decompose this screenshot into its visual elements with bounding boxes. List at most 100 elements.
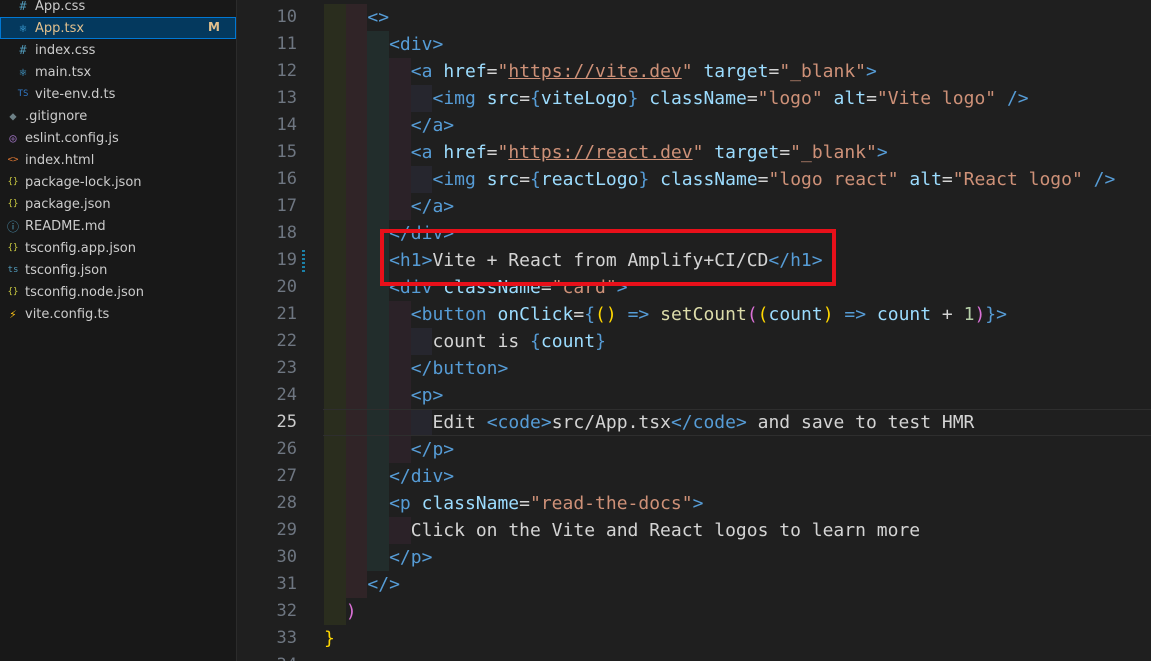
indent-guide <box>367 355 390 382</box>
code-text: ) <box>345 601 357 622</box>
explorer-file-item[interactable]: # App.css <box>0 0 236 17</box>
indent-guide <box>367 220 390 247</box>
indent-guide <box>324 490 346 517</box>
line-number: 29 <box>276 520 297 540</box>
indent-guide <box>367 382 390 409</box>
line-number: 22 <box>276 331 297 351</box>
line-number: 14 <box>276 115 297 135</box>
code-line[interactable]: 25 Edit <code>src/App.tsx</code> and save… <box>237 409 1151 436</box>
code-line[interactable]: 13 <img src={viteLogo} className="logo" a… <box>237 85 1151 112</box>
code-text: <button onClick={() => setCount((count) … <box>410 304 1007 325</box>
code-line[interactable]: 16 <img src={reactLogo} className="logo r… <box>237 166 1151 193</box>
code-text: } <box>324 628 335 649</box>
explorer-file-item[interactable]: ⓘ README.md <box>0 215 236 237</box>
code-text: </div> <box>389 466 455 487</box>
line-number: 28 <box>276 493 297 513</box>
explorer-file-item[interactable]: ◆ .gitignore <box>0 105 236 127</box>
code-line[interactable]: 28 <p className="read-the-docs"> <box>237 490 1151 517</box>
code-line[interactable]: 31 </> <box>237 571 1151 598</box>
indent-guide <box>324 112 346 139</box>
code-line[interactable]: 18 </div> <box>237 220 1151 247</box>
indent-guide <box>345 436 368 463</box>
code-editor[interactable]: 10 <> 11 <div> 12 <a href="https://vite.dev" … <box>237 0 1151 661</box>
indent-guide <box>410 85 433 112</box>
code-text: </button> <box>410 358 509 379</box>
indent-guide <box>324 355 346 382</box>
indent-guide <box>324 139 346 166</box>
explorer-file-item[interactable]: ◎ eslint.config.js <box>0 127 236 149</box>
code-line[interactable]: 33} <box>237 625 1151 652</box>
line-number: 33 <box>276 628 297 648</box>
code-line[interactable]: 19 <h1>Vite + React from Amplify+CI/CD</h… <box>237 247 1151 274</box>
code-line[interactable]: 27 </div> <box>237 463 1151 490</box>
line-number: 24 <box>276 385 297 405</box>
code-text: </p> <box>410 439 455 460</box>
explorer-file-item[interactable]: {} tsconfig.app.json <box>0 237 236 259</box>
indent-guide <box>410 166 433 193</box>
code-line[interactable]: 26 </p> <box>237 436 1151 463</box>
indent-guide <box>345 382 368 409</box>
explorer-file-item[interactable]: ⚛ main.tsx <box>0 61 236 83</box>
line-number: 12 <box>276 61 297 81</box>
indent-guide <box>324 247 346 274</box>
indent-guide <box>345 463 368 490</box>
indent-guide <box>324 463 346 490</box>
file-type-icon: {} <box>7 287 19 297</box>
file-name: .gitignore <box>25 108 88 124</box>
indent-guide <box>324 4 346 31</box>
indent-guide <box>324 58 346 85</box>
code-line[interactable]: 14 </a> <box>237 112 1151 139</box>
indent-guide <box>367 517 390 544</box>
indent-guide <box>367 85 390 112</box>
code-line[interactable]: 34 <box>237 652 1151 661</box>
explorer-file-item[interactable]: ⚡ vite.config.ts <box>0 303 236 325</box>
explorer-file-item[interactable]: TS vite-env.d.ts <box>0 83 236 105</box>
indent-guide <box>345 193 368 220</box>
code-line[interactable]: 29 Click on the Vite and React logos to l… <box>237 517 1151 544</box>
code-line[interactable]: 10 <> <box>237 4 1151 31</box>
code-line[interactable]: 20 <div className="card"> <box>237 274 1151 301</box>
code-line[interactable]: 17 </a> <box>237 193 1151 220</box>
indent-guide <box>389 355 411 382</box>
code-line[interactable]: 15 <a href="https://react.dev" target="_b… <box>237 139 1151 166</box>
indent-guide <box>324 31 346 58</box>
line-number: 13 <box>276 88 297 108</box>
explorer-file-item[interactable]: {} package-lock.json <box>0 171 236 193</box>
indent-guide <box>367 274 390 301</box>
code-line[interactable]: 24 <p> <box>237 382 1151 409</box>
file-type-icon: TS <box>17 89 29 99</box>
line-number: 19 <box>276 250 297 270</box>
code-line[interactable]: 12 <a href="https://vite.dev" target="_bl… <box>237 58 1151 85</box>
line-number: 25 <box>276 412 297 432</box>
code-line[interactable]: 21 <button onClick={() => setCount((count… <box>237 301 1151 328</box>
explorer-file-item[interactable]: ⚛ App.tsx M <box>0 17 236 39</box>
line-number: 31 <box>276 574 297 594</box>
code-text: </> <box>367 574 400 595</box>
file-name: vite-env.d.ts <box>35 86 116 102</box>
indent-guide <box>389 112 411 139</box>
explorer-file-item[interactable]: <> index.html <box>0 149 236 171</box>
code-line[interactable]: 23 </button> <box>237 355 1151 382</box>
explorer-file-item[interactable]: {} tsconfig.node.json <box>0 281 236 303</box>
code-text: <a href="https://react.dev" target="_bla… <box>410 142 888 163</box>
indent-guide <box>345 4 368 31</box>
explorer-file-item[interactable]: {} package.json <box>0 193 236 215</box>
code-line[interactable]: 30 </p> <box>237 544 1151 571</box>
line-number: 27 <box>276 466 297 486</box>
file-explorer: # App.css ⚛ App.tsx M # index.css ⚛ main.tsx TS vi… <box>0 0 237 661</box>
indent-guide <box>345 544 368 571</box>
code-line[interactable]: 22 count is {count} <box>237 328 1151 355</box>
explorer-file-item[interactable]: # index.css <box>0 39 236 61</box>
code-line[interactable]: 11 <div> <box>237 31 1151 58</box>
code-line[interactable]: 32) <box>237 598 1151 625</box>
file-type-icon: # <box>19 0 27 13</box>
explorer-file-item[interactable]: ts tsconfig.json <box>0 259 236 281</box>
indent-guide <box>410 328 433 355</box>
file-name: App.tsx <box>35 20 85 36</box>
indent-guide <box>367 463 390 490</box>
indent-guide <box>345 31 368 58</box>
line-number: 23 <box>276 358 297 378</box>
indent-guide <box>345 274 368 301</box>
indent-guide <box>389 517 411 544</box>
code-text: <> <box>367 7 390 28</box>
